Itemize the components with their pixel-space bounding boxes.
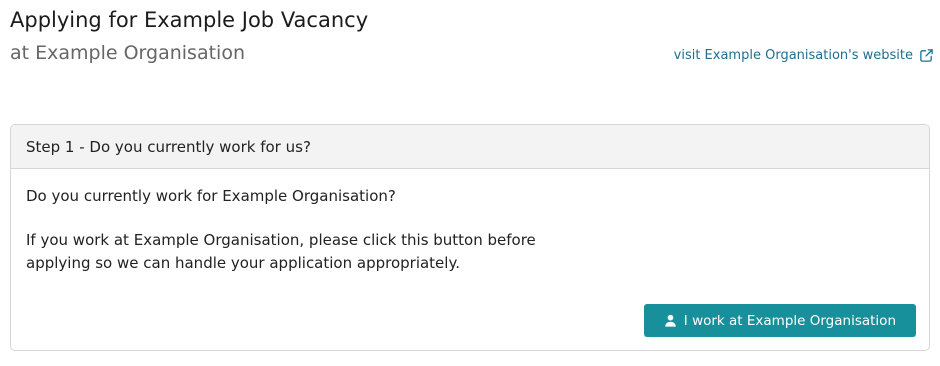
website-link-label: visit Example Organisation's website [673,48,913,63]
user-icon [665,314,676,327]
organisation-subtitle: at Example Organisation [10,42,245,64]
i-work-here-button[interactable]: I work at Example Organisation [643,304,916,337]
step-explanation: If you work at Example Organisation, ple… [26,231,536,272]
page: Applying for Example Job Vacancy at Exam… [0,0,940,366]
external-link-icon [920,49,933,62]
organisation-website-link[interactable]: visit Example Organisation's website [674,48,934,63]
step-header-label: Step 1 - Do you currently work for us? [26,137,311,156]
page-title: Applying for Example Job Vacancy [10,8,369,32]
step-body: Do you currently work for Example Organi… [11,169,929,350]
step-question: Do you currently work for Example Organi… [26,187,396,205]
step-card: Step 1 - Do you currently work for us? D… [10,124,930,351]
i-work-here-button-label: I work at Example Organisation [683,312,896,329]
step-header: Step 1 - Do you currently work for us? [11,125,929,169]
